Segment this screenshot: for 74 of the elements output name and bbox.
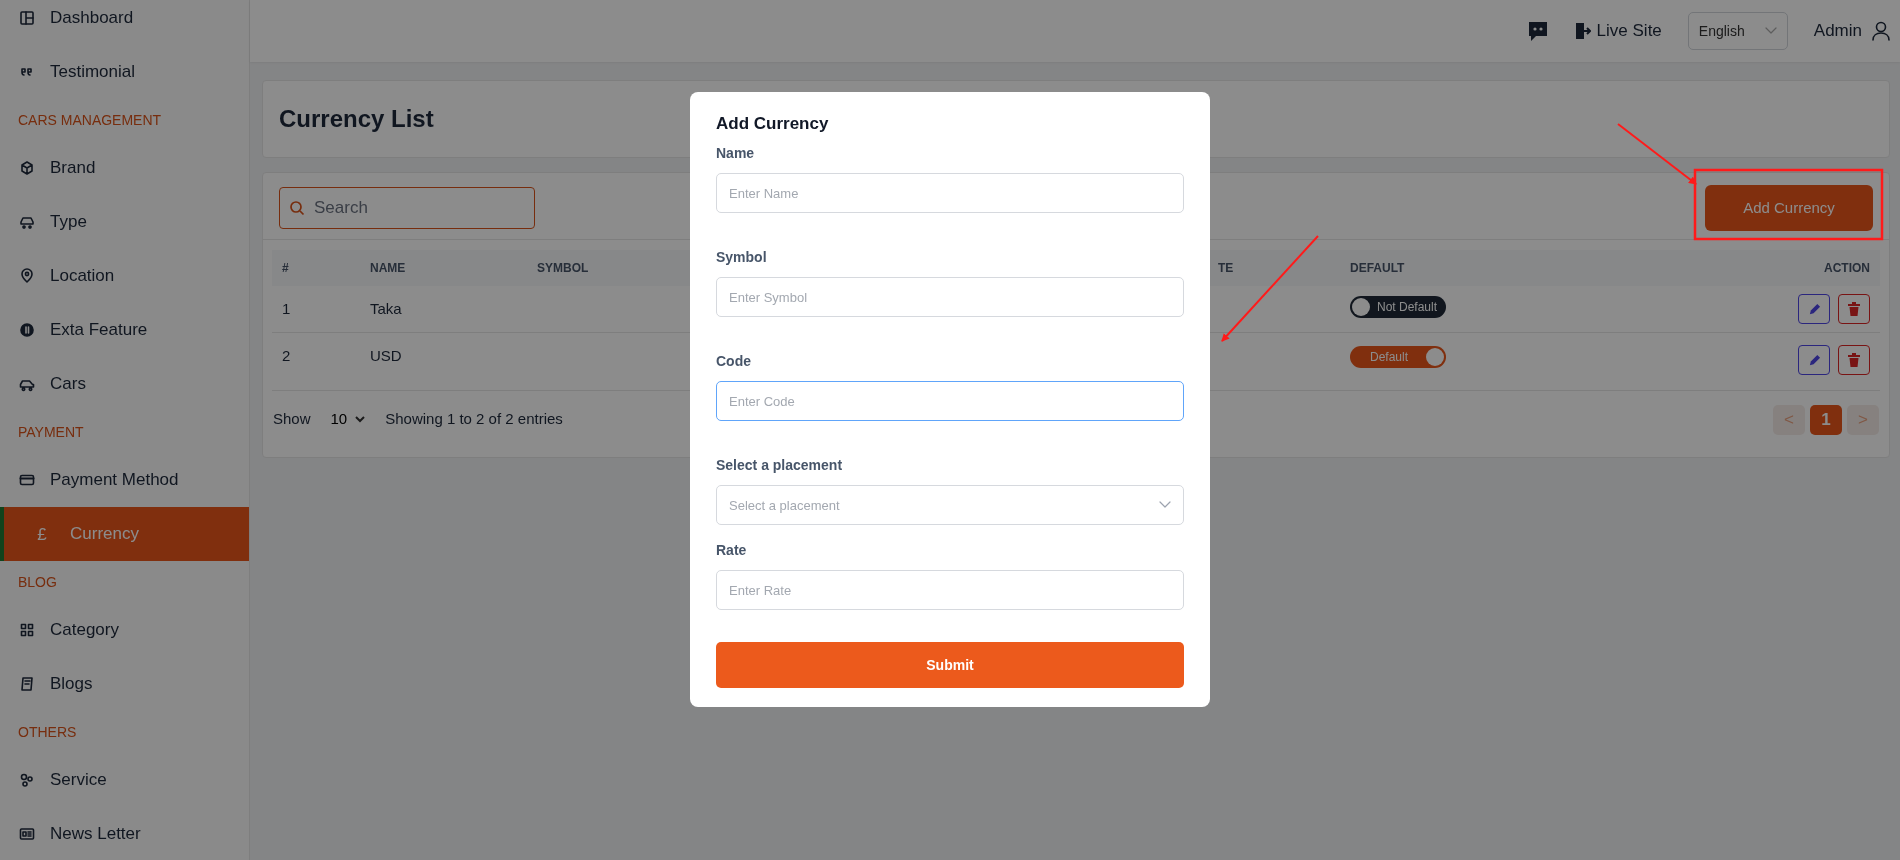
column-header: NAME: [360, 250, 527, 286]
chevron-down-icon: [1764, 27, 1777, 35]
sidebar-item[interactable]: Location: [0, 249, 249, 303]
currency-icon: £: [34, 525, 50, 543]
table-cell: USD: [360, 332, 527, 390]
gears-icon: [19, 772, 35, 788]
live-site-link[interactable]: Live Site: [1574, 18, 1662, 44]
section-heading: BLOG: [17, 572, 58, 592]
dialog-title: Add Currency: [716, 114, 830, 135]
pencil-icon: [1807, 302, 1821, 316]
exit-door-icon: [1574, 22, 1591, 40]
delete-button[interactable]: [1838, 344, 1870, 375]
credit-card-icon: [19, 472, 35, 488]
section-heading: OTHERS: [17, 722, 78, 742]
default-toggle[interactable]: Not Default: [1350, 295, 1446, 318]
chevron-down-icon: [355, 416, 366, 423]
table-cell: 1: [272, 286, 360, 332]
sidebar-item[interactable]: Type: [0, 195, 249, 249]
sidebar-item[interactable]: £ Currency: [0, 507, 249, 561]
input-field[interactable]: Enter Code: [716, 381, 1184, 422]
section-heading: PAYMENT: [17, 422, 85, 442]
edit-button[interactable]: [1798, 345, 1830, 375]
field-label: Select a placement: [716, 456, 844, 476]
field-label: Rate: [716, 541, 748, 561]
column-header: #: [272, 250, 360, 286]
show-label: Show: [273, 409, 311, 430]
page-size-select[interactable]: 10: [330, 408, 366, 431]
coin-icon: [19, 322, 35, 338]
sidebar-item[interactable]: Cars: [0, 357, 249, 411]
sidebar-item[interactable]: Exta Feature: [0, 303, 249, 357]
pin-icon: [19, 268, 35, 284]
trash-icon: [1848, 352, 1860, 367]
field-label: Code: [716, 352, 752, 372]
edit-button[interactable]: [1798, 294, 1830, 324]
chevron-down-icon: [1159, 501, 1171, 510]
section-heading: CARS MANAGEMENT: [17, 110, 163, 130]
page-title: Currency List: [279, 104, 434, 134]
table-cell: 2: [272, 332, 360, 390]
newspaper-icon: [19, 826, 35, 842]
sidebar-item[interactable]: Category: [0, 603, 249, 657]
field-label: Symbol: [716, 248, 768, 268]
column-header: ACTION: [1680, 250, 1880, 286]
car-icon: [19, 214, 35, 230]
user-icon: [1872, 21, 1890, 41]
sidebar-item[interactable]: News Letter: [0, 807, 249, 860]
page-button[interactable]: 1: [1810, 404, 1842, 435]
delete-button[interactable]: [1838, 293, 1870, 324]
sidebar-item[interactable]: Blogs: [0, 657, 249, 711]
chat-icon[interactable]: [1526, 20, 1549, 42]
field-label: Name: [716, 144, 756, 164]
add-currency-button[interactable]: Add Currency: [1705, 185, 1873, 231]
column-header: TE: [1208, 250, 1340, 286]
input-field[interactable]: Enter Rate: [716, 570, 1184, 611]
table-cell: Taka: [360, 286, 527, 332]
user-menu[interactable]: Admin: [1813, 18, 1890, 44]
document-icon: [19, 676, 35, 692]
cube-icon: [19, 160, 35, 176]
grid-icon: [19, 622, 35, 638]
input-field[interactable]: Enter Name: [716, 173, 1184, 214]
sidebar-item[interactable]: Testimonial: [0, 45, 249, 99]
sidebar-item[interactable]: Dashboard: [0, 0, 249, 45]
submit-button[interactable]: Submit: [716, 642, 1184, 689]
entries-summary: Showing 1 to 2 of 2 entries: [385, 409, 563, 430]
search-field[interactable]: Search: [279, 187, 535, 229]
trash-icon: [1848, 301, 1860, 316]
default-toggle[interactable]: Default: [1350, 345, 1446, 368]
sidebar-item[interactable]: Service: [0, 753, 249, 807]
input-field[interactable]: Enter Symbol: [716, 277, 1184, 318]
language-select[interactable]: English: [1687, 12, 1788, 50]
sidebar-item[interactable]: Brand: [0, 141, 249, 195]
column-header: DEFAULT: [1340, 250, 1680, 286]
sidebar-item[interactable]: Payment Method: [0, 453, 249, 507]
layout-icon: [19, 10, 35, 26]
pencil-icon: [1807, 353, 1821, 367]
